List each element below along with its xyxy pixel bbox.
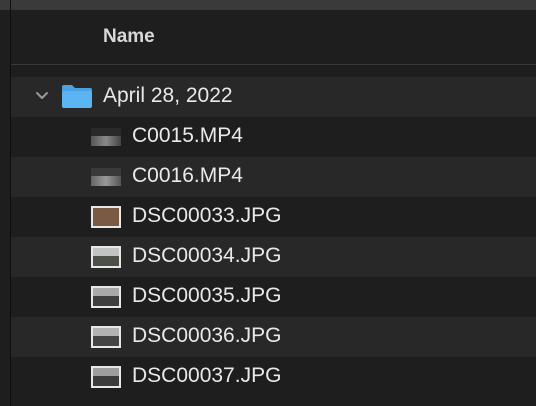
file-name: DSC00037.JPG [132,364,282,387]
image-thumbnail-icon [91,366,121,388]
image-thumbnail-icon [91,246,121,268]
file-row[interactable]: C0016.MP4 [11,157,536,197]
file-row[interactable]: DSC00036.JPG [11,317,536,357]
file-name: DSC00034.JPG [132,244,282,267]
file-row[interactable]: DSC00033.JPG [11,197,536,237]
column-header: Name [11,10,536,65]
file-row[interactable]: C0015.MP4 [11,117,536,157]
file-row[interactable]: DSC00037.JPG [11,357,536,397]
window-top-strip [0,0,536,10]
video-thumbnail-icon [91,128,121,146]
name-column-header[interactable]: Name [103,26,155,48]
file-name: C0015.MP4 [132,124,243,147]
video-thumbnail-icon [91,168,121,186]
file-name: C0016.MP4 [132,164,243,187]
folder-name: April 28, 2022 [103,84,233,107]
folder-row[interactable]: April 28, 2022 [11,77,536,117]
image-thumbnail-icon [91,326,121,348]
file-row[interactable]: DSC00034.JPG [11,237,536,277]
file-list: April 28, 2022 C0015.MP4 C0016.MP4 DSC00… [11,77,536,397]
file-name: DSC00033.JPG [132,204,282,227]
image-thumbnail-icon [91,286,121,308]
chevron-down-icon[interactable] [33,87,51,105]
image-thumbnail-icon [91,206,121,228]
folder-icon [61,83,93,109]
file-row[interactable]: DSC00035.JPG [11,277,536,317]
file-name: DSC00036.JPG [132,324,282,347]
file-name: DSC00035.JPG [132,284,282,307]
